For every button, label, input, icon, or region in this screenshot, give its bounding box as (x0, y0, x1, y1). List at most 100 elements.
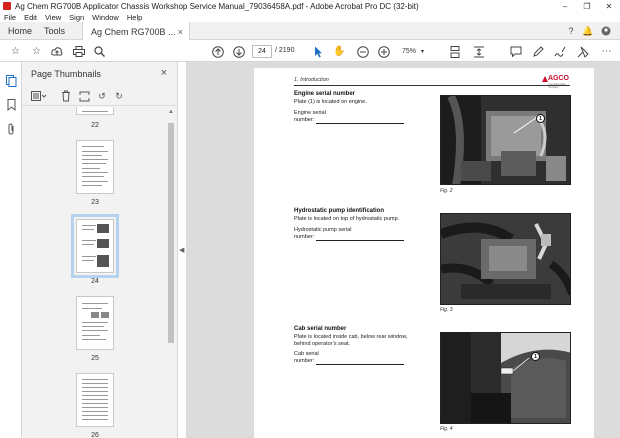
rotate-right-icon[interactable]: ↻ (113, 90, 125, 102)
tab-home[interactable]: Home (8, 22, 32, 40)
account-icon[interactable] (600, 25, 612, 37)
thumbnail-options-icon[interactable] (31, 90, 47, 102)
thumbnail-page-22[interactable] (76, 107, 114, 115)
engine-serial-label: Engine serial (294, 110, 326, 116)
pump-serial-label-2: number: (294, 234, 315, 240)
panel-title: Page Thumbnails (31, 69, 101, 79)
cab-serial-text: Plate is located inside cab, below rear … (294, 334, 408, 340)
select-cursor-icon[interactable] (312, 45, 325, 58)
chevron-down-icon: ▾ (421, 49, 425, 55)
attachments-paperclip-icon[interactable] (4, 122, 18, 136)
delete-page-icon[interactable] (60, 90, 72, 102)
window-title: Ag Chem RG700B Applicator Chassis Worksh… (15, 1, 419, 11)
acrobat-app-icon (3, 2, 11, 10)
figure-label: Fig. 3 (440, 307, 453, 313)
agco-logo: AGCO Your Agriculture Company (542, 74, 572, 89)
thumbnail-page-25[interactable] (76, 296, 114, 350)
scrollbar-thumb[interactable] (168, 123, 174, 343)
next-page-icon[interactable] (232, 45, 245, 58)
comment-icon[interactable] (509, 45, 522, 58)
previous-page-icon[interactable] (211, 45, 224, 58)
panel-toolbar: ↺ ↻ (22, 86, 177, 106)
rotate-left-icon[interactable]: ↺ (96, 90, 108, 102)
figure-label: Fig. 4 (440, 426, 453, 432)
search-icon[interactable] (93, 45, 106, 58)
cab-serial-label-2: number: (294, 358, 315, 364)
thumbnail-scrollbar[interactable]: ▲ (167, 107, 175, 437)
pump-serial-field (316, 240, 404, 241)
zoom-out-icon[interactable] (356, 45, 369, 58)
engine-serial-field (316, 123, 404, 124)
menu-file[interactable]: File (4, 13, 16, 22)
thumbnail-label: 23 (91, 199, 99, 206)
thumbnail-page-26[interactable] (76, 373, 114, 427)
notifications-bell-icon[interactable]: 🔔 (582, 25, 594, 37)
engine-serial-title: Engine serial number (294, 91, 356, 97)
page-total: / 2190 (275, 47, 295, 54)
logo-text: AGCO (548, 75, 569, 82)
pump-serial-label: Hydrostatic pump serial (294, 227, 352, 233)
menu-edit[interactable]: Edit (24, 13, 37, 22)
engine-serial-text: Plate (1) is located on engine. (294, 99, 367, 105)
menu-window[interactable]: Window (92, 13, 119, 22)
window-controls: – ❐ ✕ (554, 0, 620, 12)
extract-page-icon[interactable] (78, 90, 90, 102)
menu-help[interactable]: Help (127, 13, 142, 22)
thumbnail-list: 22 23 24 25 26 (22, 107, 168, 437)
minimize-button[interactable]: – (554, 0, 576, 12)
more-tools-icon[interactable]: ⋯ (600, 45, 613, 58)
menu-sign[interactable]: Sign (69, 13, 84, 22)
tab-tools[interactable]: Tools (44, 22, 65, 40)
menu-bar: File Edit View Sign Window Help (0, 12, 620, 22)
title-bar: Ag Chem RG700B Applicator Chassis Worksh… (0, 0, 620, 12)
figure-label: Fig. 2 (440, 188, 453, 194)
logo-tagline: Your Agriculture Company (548, 83, 566, 89)
page-view-mode-icon[interactable] (448, 45, 461, 58)
page-thumbnails-icon[interactable] (4, 74, 18, 88)
menu-view[interactable]: View (45, 13, 61, 22)
pump-id-title: Hydrostatic pump identification (294, 208, 385, 214)
page-thumbnails-panel: Page Thumbnails × ↺ ↻ 22 23 24 25 26 ▲ (22, 62, 178, 438)
tab-document-label: Ag Chem RG700B ... (91, 26, 176, 37)
maximize-button[interactable]: ❐ (576, 0, 598, 12)
print-icon[interactable] (72, 45, 85, 58)
share-tools-icon[interactable] (576, 45, 589, 58)
page-number-input[interactable]: 24 (252, 45, 272, 58)
cab-serial-field (316, 364, 404, 365)
home-star-icon[interactable]: ☆ (9, 45, 22, 58)
upload-cloud-icon[interactable] (50, 45, 63, 58)
highlight-pen-icon[interactable] (531, 45, 544, 58)
pump-id-text: Plate is located on top of hydrostatic p… (294, 216, 400, 222)
main-toolbar: ☆ ☆ 24 / 2190 ✋ 75% ▾ ⋯ (0, 40, 620, 62)
section-header: 1. Introduction (294, 77, 329, 83)
thumbnail-label-selected: 24 (91, 278, 99, 285)
engine-photo (440, 95, 571, 185)
cab-serial-text-2: behind operator’s seat. (294, 341, 351, 347)
scroll-up-icon[interactable]: ▲ (167, 109, 175, 117)
close-window-button[interactable]: ✕ (598, 0, 620, 12)
zoom-level-select[interactable]: 75% ▾ (398, 45, 432, 58)
tab-close-button[interactable]: × (178, 27, 183, 37)
tab-document[interactable]: Ag Chem RG700B ... × (82, 22, 190, 41)
scrolling-mode-icon[interactable] (472, 45, 485, 58)
help-icon[interactable]: ? (565, 25, 577, 37)
thumbnail-label: 25 (91, 355, 99, 362)
header-rule (294, 85, 570, 86)
panel-close-button[interactable]: × (161, 67, 167, 79)
hand-tool-icon[interactable]: ✋ (333, 45, 346, 58)
zoom-level-value: 75% (402, 48, 417, 55)
collapse-panel-icon[interactable]: ◀ (179, 246, 185, 256)
zoom-in-icon[interactable] (377, 45, 390, 58)
left-navigation-rail (0, 62, 22, 438)
thumbnail-page-24[interactable] (71, 214, 119, 278)
fill-sign-icon[interactable] (553, 45, 566, 58)
cab-interior-photo (440, 332, 571, 424)
cab-serial-title: Cab serial number (294, 326, 347, 332)
thumbnail-page-23[interactable] (76, 140, 114, 194)
cab-serial-label: Cab serial (294, 351, 319, 357)
bookmarks-icon[interactable] (4, 98, 18, 112)
engine-serial-label-2: number: (294, 117, 315, 123)
thumbnail-label: 22 (91, 122, 99, 129)
bookmark-star-icon[interactable]: ☆ (30, 45, 43, 58)
thumbnail-label: 26 (91, 432, 99, 437)
